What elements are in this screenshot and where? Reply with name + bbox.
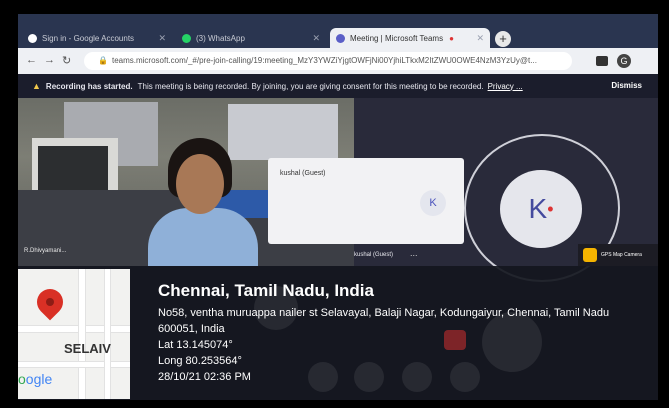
meeting-stage: R.Dhivyamani... kushal (Guest) K K• kush… <box>18 98 658 400</box>
new-tab-button[interactable]: + <box>495 31 511 47</box>
photo-frame: Sign in - Google Accounts ✕ (3) WhatsApp… <box>18 14 658 400</box>
close-icon[interactable]: ✕ <box>476 33 484 44</box>
lock-icon: 🔒 <box>98 56 108 65</box>
large-avatar: K• <box>500 170 582 248</box>
background-monitor-screen <box>38 146 108 196</box>
map-place-label: SELAIV <box>64 341 111 356</box>
tab-whatsapp[interactable]: (3) WhatsApp ✕ <box>176 28 326 48</box>
extension-icon[interactable] <box>596 56 608 66</box>
back-icon[interactable]: ← <box>26 54 37 66</box>
map-road <box>78 269 86 399</box>
google-logo-rest: ogle <box>25 371 53 387</box>
map-road <box>104 269 111 399</box>
teams-icon <box>336 33 345 43</box>
camera-name-tag: R.Dhivyamani... <box>24 248 67 254</box>
map-road <box>18 361 130 368</box>
tab-label: (3) WhatsApp <box>196 33 245 43</box>
gps-map-camera-icon <box>583 248 597 262</box>
background-window <box>228 104 338 160</box>
tab-label: Meeting | Microsoft Teams <box>350 33 444 43</box>
banner-text: This meeting is being recorded. By joini… <box>137 81 484 91</box>
participant-tile-label: kushal (Guest) <box>354 252 394 258</box>
tab-teams-meeting[interactable]: Meeting | Microsoft Teams ● ✕ <box>330 28 490 48</box>
close-icon[interactable]: ✕ <box>312 33 320 44</box>
guest-avatar: K <box>420 190 446 216</box>
gps-app-badge: GPS Map Camera <box>578 244 658 266</box>
gps-stamp-overlay: SELAIV oogle Chennai, Tamil Nadu, India … <box>18 266 658 400</box>
more-options-icon[interactable]: ... <box>410 248 418 258</box>
google-logo-start: o <box>18 371 26 387</box>
location-latitude: Lat 13.145074° <box>158 339 233 351</box>
location-city: Chennai, Tamil Nadu, India <box>158 281 374 300</box>
privacy-link[interactable]: Privacy ... <box>488 82 523 91</box>
map-pin-icon <box>31 283 69 321</box>
close-icon[interactable]: ✕ <box>158 33 166 44</box>
guest-name: kushal (Guest) <box>280 170 326 177</box>
recording-dot-icon: ● <box>449 33 454 43</box>
profile-avatar[interactable]: G <box>617 54 631 68</box>
google-logo: oogle <box>18 371 52 387</box>
warning-icon: ▲ <box>32 81 41 91</box>
guest-participant-tile[interactable]: kushal (Guest) K <box>268 158 464 244</box>
recording-banner: ▲ Recording has started. This meeting is… <box>18 74 658 98</box>
browser-tab-strip: Sign in - Google Accounts ✕ (3) WhatsApp… <box>18 14 658 48</box>
map-road <box>18 325 130 333</box>
gps-app-label: GPS Map Camera <box>601 252 642 258</box>
participant-body <box>148 208 258 266</box>
whatsapp-icon <box>182 33 191 43</box>
location-info: Chennai, Tamil Nadu, India No58, ventha … <box>158 280 648 385</box>
banner-bold-text: Recording has started. <box>45 81 133 91</box>
url-field[interactable]: 🔒 teams.microsoft.com/_#/pre-join-calling… <box>84 52 572 70</box>
location-address: No58, ventha muruappa nailer st Selavaya… <box>158 307 610 335</box>
large-avatar-initial: K <box>528 193 548 224</box>
location-longitude: Long 80.253564° <box>158 355 242 367</box>
address-bar-row: ← → ↻ 🔒 teams.microsoft.com/_#/pre-join-c… <box>18 48 658 74</box>
url-text: teams.microsoft.com/_#/pre-join-calling/… <box>111 56 537 65</box>
reload-icon[interactable]: ↻ <box>62 54 71 67</box>
presence-dot-icon: • <box>547 199 554 219</box>
google-icon <box>28 33 37 43</box>
dismiss-button[interactable]: Dismiss <box>603 78 650 94</box>
forward-icon[interactable]: → <box>44 54 55 66</box>
tab-google-accounts[interactable]: Sign in - Google Accounts ✕ <box>22 28 172 48</box>
location-map-thumbnail: SELAIV oogle <box>18 269 130 399</box>
location-datetime: 28/10/21 02:36 PM <box>158 371 251 383</box>
participant-face <box>176 154 224 214</box>
tab-label: Sign in - Google Accounts <box>42 33 135 43</box>
